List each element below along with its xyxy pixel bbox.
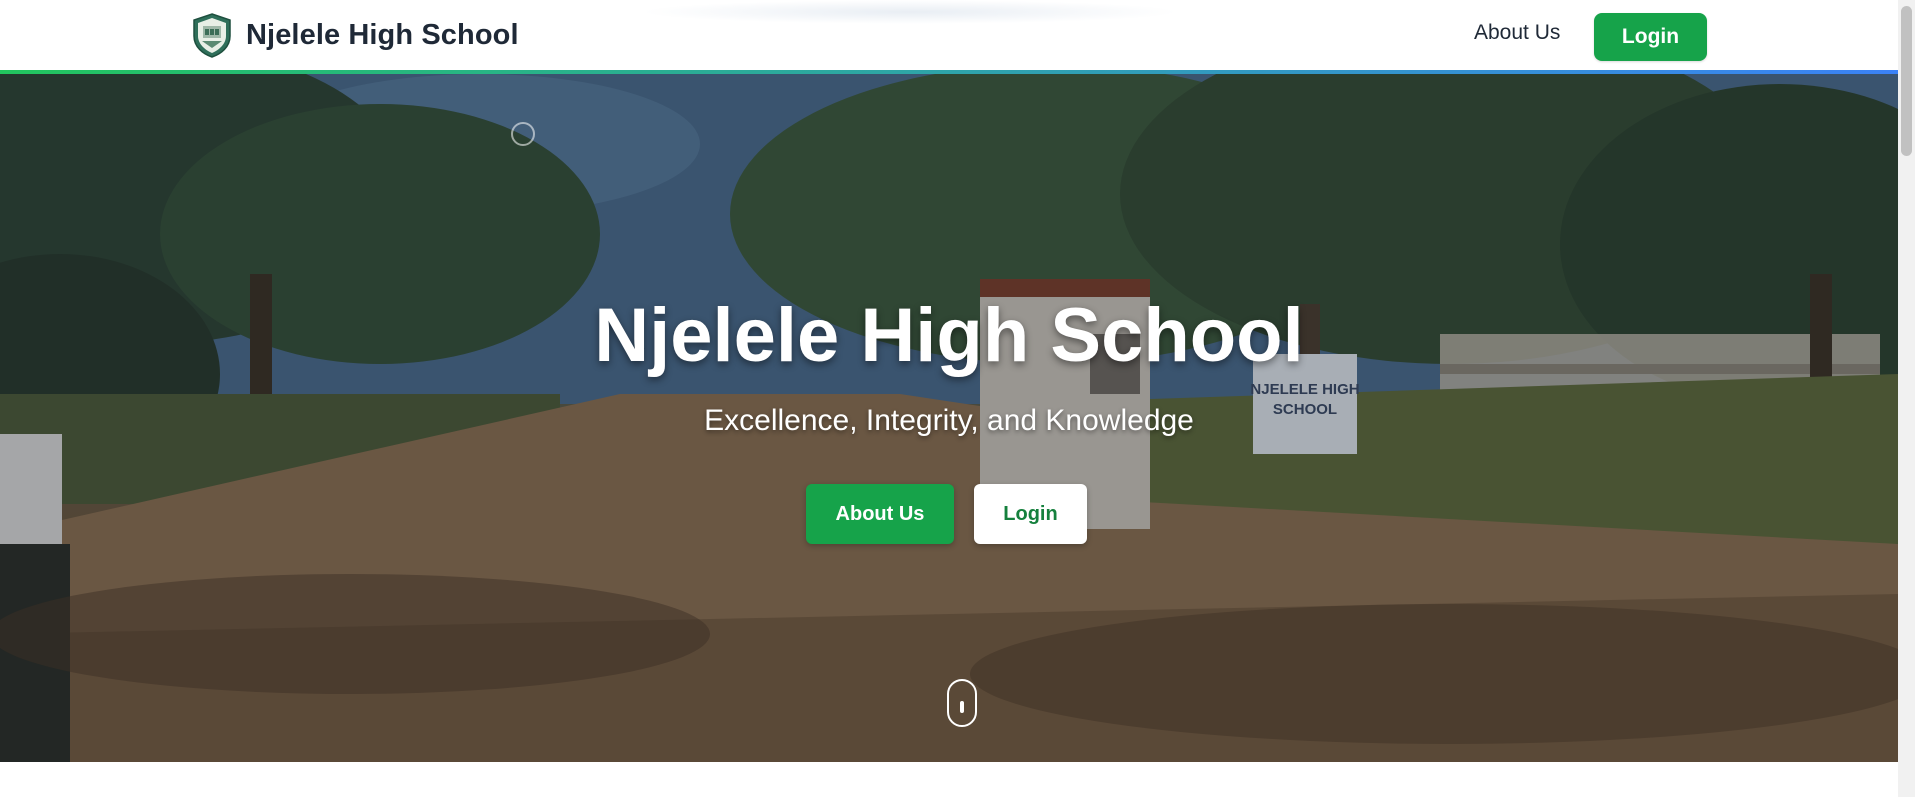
- hero-about-us-button[interactable]: About Us: [806, 484, 954, 544]
- brand-name: Njelele High School: [246, 18, 519, 51]
- hero-login-button[interactable]: Login: [974, 484, 1087, 544]
- hero-subtitle: Excellence, Integrity, and Knowledge: [704, 404, 1194, 437]
- brand[interactable]: Njelele High School: [188, 11, 519, 59]
- school-crest-icon: [193, 13, 231, 58]
- hero-section: NJELELE HIGH SCHOOL Njelele High School …: [0, 74, 1898, 762]
- hero-title: Njelele High School: [594, 293, 1304, 378]
- circle-decoration: [511, 122, 535, 146]
- scroll-wheel-dot: [960, 701, 964, 713]
- scrollbar-thumb[interactable]: [1901, 6, 1912, 156]
- top-navbar: Njelele High School About Us Login: [0, 0, 1898, 70]
- mouse-scroll-icon[interactable]: [947, 679, 977, 727]
- page-scrollbar[interactable]: [1898, 0, 1915, 797]
- nav-link-about-us[interactable]: About Us: [1474, 21, 1560, 45]
- nav-login-button[interactable]: Login: [1594, 13, 1707, 61]
- header-highlight: [640, 0, 1180, 24]
- page: Njelele High School About Us Login NJELE…: [0, 0, 1898, 797]
